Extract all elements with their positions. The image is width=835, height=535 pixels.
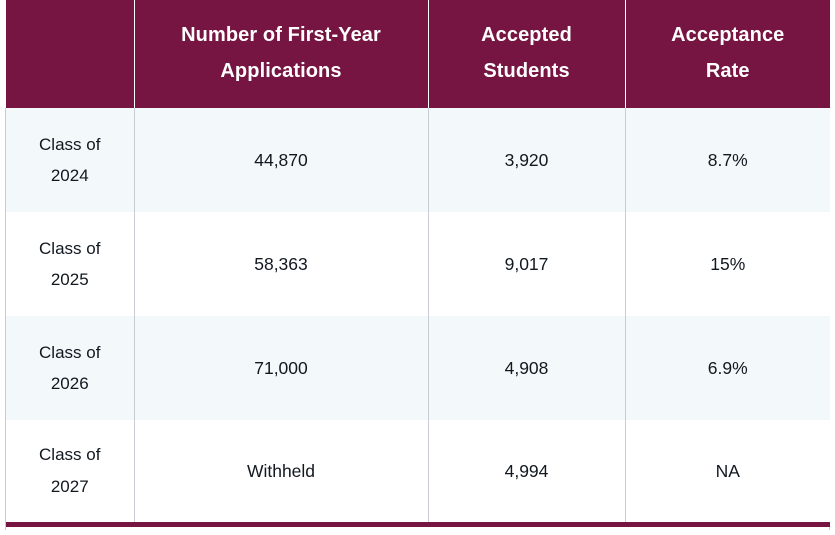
- row-label-line2: 2024: [50, 166, 89, 185]
- row-label-line2: 2026: [50, 374, 89, 393]
- column-header-acceptance-rate-line2: Rate: [705, 60, 750, 82]
- row-label-line2: 2027: [50, 476, 89, 496]
- table-header: Number of First-Year Applications Accept…: [6, 0, 830, 108]
- table-header-row: Number of First-Year Applications Accept…: [6, 0, 830, 108]
- row-label-cell: Class of 2025: [6, 212, 135, 316]
- cell-acceptance-rate: 15%: [710, 253, 746, 274]
- row-label-line1: Class of: [39, 445, 101, 465]
- row-label-cell: Class of 2027: [6, 420, 135, 524]
- table-row: Class of 2024 44,870 3,920 8.7%: [6, 108, 830, 212]
- cell-accepted-students: 9,017: [428, 212, 626, 316]
- column-header-acceptance-rate: Acceptance Rate: [625, 0, 830, 108]
- cell-accepted-students: 3,920: [428, 108, 626, 212]
- cell-accepted-students: 4,908: [428, 316, 626, 420]
- row-label-line2: 2025: [50, 270, 89, 289]
- cell-acceptance-rate: 6.9%: [707, 357, 748, 378]
- column-header-applications-line2: Applications: [220, 60, 342, 82]
- cell-applications: 71,000: [134, 316, 429, 420]
- cell-applications: 44,870: [134, 108, 429, 212]
- admissions-statistics-table-container: Number of First-Year Applications Accept…: [0, 0, 835, 535]
- cell-accepted-students: 4,994: [428, 420, 626, 524]
- table-body: Class of 2024 44,870 3,920 8.7% Class of…: [6, 108, 830, 524]
- cell-applications: Withheld: [134, 420, 429, 524]
- cell-acceptance-rate: NA: [715, 460, 740, 481]
- row-label-line1: Class of: [39, 238, 101, 258]
- cell-applications: 58,363: [134, 212, 429, 316]
- cell-acceptance-rate: 8.7%: [707, 149, 748, 170]
- column-header-acceptance-rate-line1: Acceptance: [671, 24, 785, 47]
- row-label-line1: Class of: [39, 134, 101, 154]
- table-row: Class of 2025 58,363 9,017 15%: [6, 212, 830, 316]
- column-header-applications-line1: Number of First-Year: [181, 24, 381, 47]
- admissions-statistics-table: Number of First-Year Applications Accept…: [6, 0, 830, 527]
- table-row: Class of 2027 Withheld 4,994 NA: [6, 420, 830, 524]
- row-label-cell: Class of 2026: [6, 316, 135, 420]
- column-header-accepted-students-line2: Students: [483, 60, 570, 82]
- column-header-applications: Number of First-Year Applications: [134, 0, 429, 108]
- column-header-accepted-students: Accepted Students: [428, 0, 626, 108]
- column-header-accepted-students-line1: Accepted: [481, 24, 572, 47]
- row-label-line1: Class of: [39, 342, 101, 362]
- row-label-cell: Class of 2024: [6, 108, 135, 212]
- table-row: Class of 2026 71,000 4,908 6.9%: [6, 316, 830, 420]
- column-header-class: [6, 0, 135, 108]
